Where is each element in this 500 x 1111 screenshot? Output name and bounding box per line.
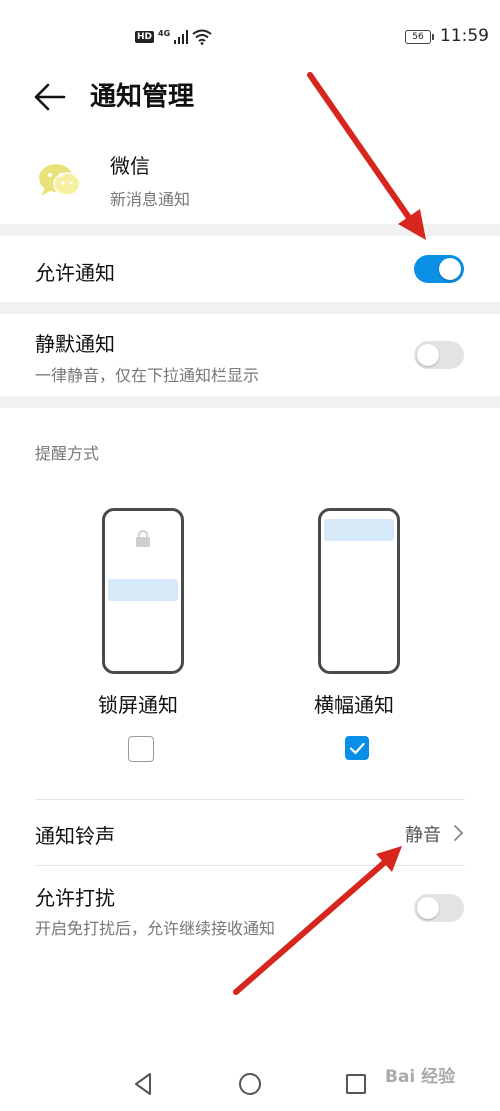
allow-disturb-row[interactable]: 允许打扰 开启免打扰后，允许继续接收通知 <box>0 866 500 946</box>
annotation-arrow-top <box>307 72 415 225</box>
signal-icon <box>174 30 189 44</box>
silent-notification-label: 静默通知 <box>35 332 115 356</box>
back-triangle-icon[interactable] <box>130 1070 158 1098</box>
silent-notification-row[interactable]: 静默通知 一律静音，仅在下拉通知栏显示 <box>0 314 500 396</box>
banner-preview-bar <box>324 519 394 541</box>
reminder-section-label: 提醒方式 <box>35 444 100 463</box>
chevron-right-icon <box>454 825 464 841</box>
status-icons: HD 4G <box>135 27 212 47</box>
recents-square-icon[interactable] <box>342 1070 370 1098</box>
lock-icon <box>136 530 150 547</box>
allow-notification-row[interactable]: 允许通知 <box>0 236 500 302</box>
toggle-knob <box>439 258 461 280</box>
home-circle-icon[interactable] <box>236 1070 264 1098</box>
lockscreen-option-label: 锁屏通知 <box>98 693 178 717</box>
section-divider <box>0 302 500 314</box>
toggle-knob <box>417 344 439 366</box>
status-bar: HD 4G 56 11:59 <box>0 0 500 70</box>
page-title: 通知管理 <box>90 82 195 112</box>
silent-notification-toggle[interactable] <box>414 341 464 369</box>
allow-disturb-label: 允许打扰 <box>35 886 115 910</box>
lockscreen-preview-bar <box>108 579 178 601</box>
allow-notification-toggle[interactable] <box>414 255 464 283</box>
silent-notification-desc: 一律静音，仅在下拉通知栏显示 <box>35 366 260 385</box>
ringtone-row[interactable]: 通知铃声 静音 <box>0 800 500 865</box>
ringtone-value: 静音 <box>405 825 441 846</box>
status-time: 11:59 <box>440 26 489 46</box>
battery-icon: 56 <box>405 30 434 44</box>
network-type: 4G <box>158 29 171 38</box>
toggle-knob <box>417 897 439 919</box>
app-name: 微信 <box>110 154 150 178</box>
section-divider <box>0 224 500 236</box>
back-arrow-icon[interactable] <box>32 80 66 114</box>
hd-badge: HD <box>135 31 155 43</box>
app-subtitle: 新消息通知 <box>110 190 191 209</box>
lockscreen-preview[interactable] <box>102 508 184 674</box>
watermark-text: Bai 经验 <box>385 1067 456 1087</box>
banner-option-label: 横幅通知 <box>314 693 394 717</box>
banner-checkbox[interactable] <box>345 736 369 760</box>
ringtone-label: 通知铃声 <box>35 824 115 848</box>
allow-notification-label: 允许通知 <box>35 261 115 285</box>
allow-disturb-desc: 开启免打扰后，允许继续接收通知 <box>35 919 276 938</box>
check-icon <box>349 742 365 755</box>
banner-preview[interactable] <box>318 508 400 674</box>
wifi-icon <box>192 29 212 45</box>
section-divider <box>0 396 500 408</box>
allow-disturb-toggle[interactable] <box>414 894 464 922</box>
wechat-icon <box>39 164 81 196</box>
lockscreen-checkbox[interactable] <box>128 736 154 762</box>
